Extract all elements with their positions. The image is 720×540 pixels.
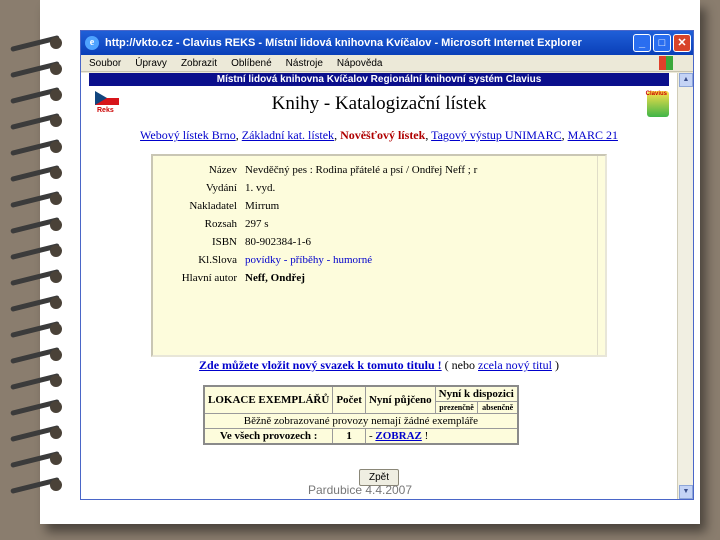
link-webovy-listek[interactable]: Webový lístek Brno xyxy=(140,128,236,142)
binder-ring xyxy=(10,139,74,156)
menu-nastroje[interactable]: Nástroje xyxy=(286,58,323,69)
show-cell: - ZOBRAZ ! xyxy=(364,428,519,445)
col-absencne: absenčně xyxy=(477,401,519,414)
record-row: Nakladatel Mirrum xyxy=(153,200,605,216)
col-pocet: Počet xyxy=(332,385,366,414)
record-label: Nakladatel xyxy=(189,200,237,212)
record-value: 80-902384-1-6 xyxy=(245,236,311,248)
menu-upravy[interactable]: Úpravy xyxy=(135,58,167,69)
record-label: Kl.Slova xyxy=(198,254,237,266)
record-label: Rozsah xyxy=(204,218,237,230)
library-banner: Místní lidová knihovna Kvíčalov Regionál… xyxy=(89,73,669,86)
record-row: Název Nevděčný pes : Rodina přátelé a ps… xyxy=(153,164,605,180)
binder-ring xyxy=(10,217,74,234)
link-marc21[interactable]: MARC 21 xyxy=(568,128,618,142)
title-bar: e http://vkto.cz - Clavius REKS - Místní… xyxy=(81,31,693,55)
card-scrollbar[interactable] xyxy=(597,156,605,355)
binder-ring xyxy=(10,191,74,208)
catalog-card: Název Nevděčný pes : Rodina přátelé a ps… xyxy=(151,154,607,357)
table-header-row: LOKACE EXEMPLÁŘŮ Počet Nyní půjčeno Nyní… xyxy=(203,385,519,414)
col-prezencne: prezenčně xyxy=(434,401,479,414)
menu-oblibene[interactable]: Oblíbené xyxy=(231,58,272,69)
link-novestovy-listek[interactable]: Nověšťový lístek xyxy=(340,128,425,142)
record-label: ISBN xyxy=(211,236,237,248)
minimize-button[interactable]: _ xyxy=(633,34,651,52)
page-title: Knihy - Katalogizační lístek xyxy=(271,93,487,114)
table-row: Běžně zobrazované provozy nemají žádné e… xyxy=(203,413,519,429)
binder-ring xyxy=(10,399,74,416)
link-zakladni-listek[interactable]: Základní kat. lístek xyxy=(242,128,334,142)
add-volume-line: Zde můžete vložit nový svazek k tomuto t… xyxy=(199,358,559,372)
binder-ring xyxy=(10,165,74,182)
record-row: ISBN 80-902384-1-6 xyxy=(153,236,605,252)
windows-logo-icon xyxy=(659,56,673,70)
record-value: 1. vyd. xyxy=(245,182,276,194)
record-row: Hlavní autor Neff, Ondřej xyxy=(153,272,605,288)
record-row: Kl.Slova povídky - příběhy - humorné xyxy=(153,254,605,270)
binder-ring xyxy=(10,243,74,260)
binder-ring xyxy=(10,87,74,104)
record-value: Neff, Ondřej xyxy=(245,272,305,284)
record-label: Název xyxy=(208,164,237,176)
table-row: Ve všech provozech : 1 - ZOBRAZ ! xyxy=(203,428,519,445)
format-links: Webový lístek Brno, Základní kat. lístek… xyxy=(140,128,618,142)
binder-ring xyxy=(10,269,74,286)
record-label: Hlavní autor xyxy=(181,272,237,284)
no-copies-note: Běžně zobrazované provozy nemají žádné e… xyxy=(203,413,519,429)
binder-ring xyxy=(10,61,74,78)
total-count: 1 xyxy=(332,428,366,445)
menu-napoveda[interactable]: Nápověda xyxy=(337,58,383,69)
binder-ring xyxy=(10,321,74,338)
binder-ring xyxy=(10,451,74,468)
locations-table: LOKACE EXEMPLÁŘŮ Počet Nyní půjčeno Nyní… xyxy=(203,385,519,445)
record-value: Mirrum xyxy=(245,200,280,212)
keywords-link[interactable]: povídky - příběhy - humorné xyxy=(245,254,372,266)
binder-ring xyxy=(10,295,74,312)
col-pujceno: Nyní půjčeno xyxy=(364,385,436,414)
binder-ring xyxy=(10,35,74,52)
binder-ring xyxy=(10,113,74,130)
total-label: Ve všech provozech : xyxy=(203,428,334,445)
menu-zobrazit[interactable]: Zobrazit xyxy=(181,58,217,69)
add-title-link[interactable]: zcela nový titul xyxy=(478,358,552,372)
record-value: 297 s xyxy=(245,218,269,230)
record-row: Vydání 1. vyd. xyxy=(153,182,605,198)
col-lokace: LOKACE EXEMPLÁŘŮ xyxy=(203,385,334,414)
internet-explorer-icon: e xyxy=(85,36,99,50)
link-unimarc[interactable]: Tagový výstup UNIMARC xyxy=(431,128,562,142)
binder-ring xyxy=(10,347,74,364)
record-row: Rozsah 297 s xyxy=(153,218,605,234)
binder-ring xyxy=(10,373,74,390)
menu-bar: Soubor Úpravy Zobrazit Oblíbené Nástroje… xyxy=(81,55,693,72)
page-scrollbar[interactable]: ▲ ▼ xyxy=(677,73,693,499)
close-button[interactable]: ✕ xyxy=(673,34,691,52)
record-label: Vydání xyxy=(205,182,237,194)
scroll-up-icon[interactable]: ▲ xyxy=(679,73,693,87)
slide-footer: Pardubice 4.4.2007 xyxy=(307,483,413,497)
menu-soubor[interactable]: Soubor xyxy=(89,58,121,69)
window-title: http://vkto.cz - Clavius REKS - Místní l… xyxy=(105,37,582,49)
col-k-dispozici: Nyní k dispozici xyxy=(434,385,519,402)
browser-window: e http://vkto.cz - Clavius REKS - Místní… xyxy=(80,30,694,500)
binder-ring xyxy=(10,425,74,442)
maximize-button[interactable]: □ xyxy=(653,34,671,52)
add-volume-link[interactable]: Zde můžete vložit nový svazek k tomuto t… xyxy=(199,358,442,372)
page-content: Místní lidová knihovna Kvíčalov Regionál… xyxy=(81,73,677,499)
zobraz-link[interactable]: ZOBRAZ xyxy=(375,430,421,442)
record-value: Nevděčný pes : Rodina přátelé a psí / On… xyxy=(245,164,478,176)
